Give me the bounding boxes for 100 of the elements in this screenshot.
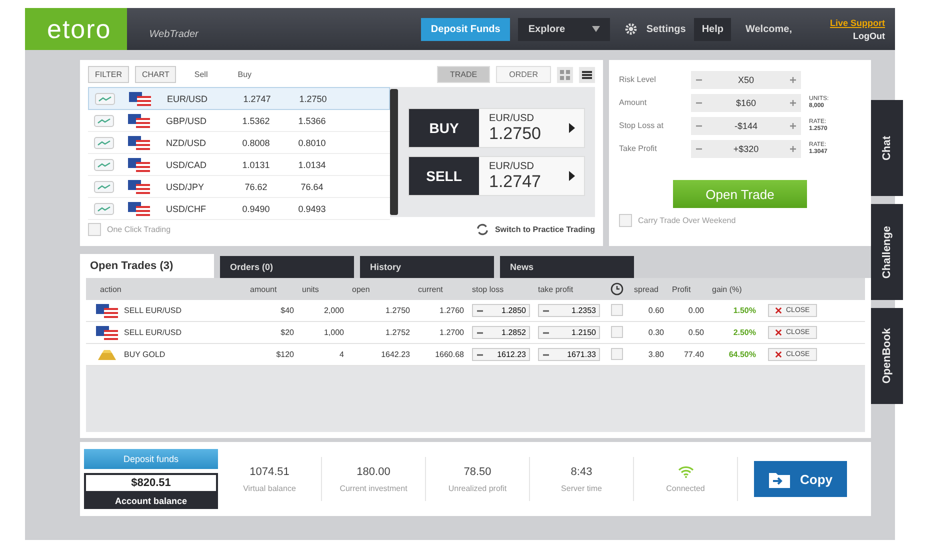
- checkbox[interactable]: [611, 326, 623, 338]
- list-view-icon[interactable]: [579, 66, 595, 82]
- app-subtitle: WebTrader: [149, 28, 198, 40]
- instrument-symbol: EUR/USD: [167, 94, 209, 104]
- sell-price: 76.62: [244, 182, 268, 192]
- table-cell-text: 0.50: [687, 328, 705, 337]
- table-cell-text: 77.40: [682, 350, 705, 359]
- logout-link[interactable]: LogOut: [853, 30, 885, 40]
- settings-icon[interactable]: [624, 22, 638, 36]
- instrument-row[interactable]: EUR/USD 1.2747 1.2750: [88, 87, 390, 110]
- stat-value: 78.50: [464, 466, 492, 478]
- quote-symbol: EUR/USD: [489, 160, 536, 172]
- stop-loss-field[interactable]: 1.2852: [472, 326, 530, 339]
- chart-icon[interactable]: [94, 136, 114, 148]
- column-header: Sell: [194, 70, 208, 79]
- field-label: Amount: [619, 98, 648, 107]
- side-tab[interactable]: OpenBook: [871, 308, 903, 404]
- checkbox[interactable]: [88, 223, 101, 236]
- table-cell-text: 1.2760: [438, 306, 465, 315]
- flag-icon: [128, 136, 150, 150]
- table-cell-text: 1.2700: [438, 328, 465, 337]
- arrow-right-icon[interactable]: [568, 171, 576, 181]
- mode-tab[interactable]: TRADE: [436, 66, 490, 83]
- column-header: spread: [633, 284, 660, 294]
- chart-button[interactable]: CHART: [134, 66, 176, 83]
- explore-dropdown[interactable]: Explore: [518, 18, 610, 40]
- mode-tab[interactable]: ORDER: [496, 66, 551, 83]
- stop-loss-field[interactable]: 1.2850: [472, 304, 530, 317]
- plus-icon: [789, 122, 797, 130]
- quote-price: 1.2747: [489, 172, 542, 192]
- table-cell-text: $120: [275, 350, 295, 359]
- stop-loss-field[interactable]: 1612.23: [472, 348, 530, 361]
- table-cell-text: $40: [280, 306, 295, 315]
- balance-label: Account balance: [84, 493, 218, 509]
- sell-price: 1.0131: [241, 160, 271, 170]
- checkbox[interactable]: [611, 304, 623, 316]
- instrument-row[interactable]: USD/CAD 1.0131 1.0134: [88, 154, 390, 176]
- tab[interactable]: Orders (0): [220, 256, 354, 278]
- flag-icon: [128, 180, 150, 194]
- stat-value: 1074.51: [250, 466, 290, 478]
- plus-icon: [789, 144, 797, 152]
- settings-button[interactable]: Settings: [646, 24, 686, 34]
- chart-icon[interactable]: [94, 180, 114, 192]
- stat-label: Server time: [561, 484, 602, 492]
- instrument-row[interactable]: USD/JPY 76.62 76.64: [88, 176, 390, 198]
- instrument-symbol: USD/CAD: [166, 160, 208, 170]
- plus-icon: [789, 98, 797, 106]
- chart-icon[interactable]: [94, 202, 114, 214]
- grid-view-icon[interactable]: [557, 66, 573, 82]
- flag-icon: [128, 114, 150, 128]
- stat-value: 8:43: [570, 466, 592, 478]
- filter-button[interactable]: FILTER: [88, 66, 129, 83]
- instrument-symbol: USD/JPY: [166, 182, 206, 192]
- stepper-field[interactable]: +$320: [691, 140, 801, 158]
- instrument-row[interactable]: GBP/USD 1.5362 1.5366: [88, 110, 390, 132]
- buy-button[interactable]: BUY: [409, 109, 479, 147]
- plus-icon: [789, 76, 797, 84]
- close-icon: [775, 351, 782, 358]
- take-profit-field[interactable]: 1671.33: [538, 348, 600, 361]
- live-support-link[interactable]: Live Support: [830, 18, 885, 28]
- stepper-field[interactable]: -$144: [691, 116, 801, 134]
- help-button[interactable]: Help: [694, 18, 732, 40]
- checkbox-label: One Click Trading: [107, 225, 171, 234]
- column-header: current: [417, 284, 444, 294]
- take-profit-field[interactable]: 1.2150: [538, 326, 600, 339]
- flag-icon: [128, 158, 150, 172]
- side-tab[interactable]: Challenge: [871, 204, 903, 300]
- buy-price: 0.8010: [297, 138, 327, 148]
- copy-button[interactable]: Copy: [754, 461, 846, 497]
- take-profit-field[interactable]: 1.2353: [538, 304, 600, 317]
- chart-icon[interactable]: [94, 114, 114, 126]
- buy-price: 1.2750: [298, 94, 328, 104]
- field-label: Stop Loss at: [619, 121, 664, 130]
- buy-price: 76.64: [300, 182, 324, 192]
- instrument-row[interactable]: USD/CHF 0.9490 0.9493: [88, 198, 390, 220]
- checkbox[interactable]: [611, 348, 623, 360]
- practice-trading-link[interactable]: Switch to Practice Trading: [494, 225, 595, 234]
- scrollbar[interactable]: [390, 89, 398, 215]
- checkbox[interactable]: [619, 214, 632, 227]
- refresh-icon[interactable]: [476, 223, 489, 236]
- arrow-right-icon[interactable]: [568, 123, 576, 133]
- instrument-row[interactable]: NZD/USD 0.8008 0.8010: [88, 132, 390, 154]
- tab[interactable]: News: [500, 256, 634, 278]
- trade-action: BUY GOLD: [124, 350, 166, 359]
- ingot-icon: [96, 348, 118, 362]
- tab[interactable]: Open Trades (3): [80, 254, 214, 278]
- chart-icon[interactable]: [95, 92, 115, 104]
- welcome-text: Welcome,: [745, 24, 792, 34]
- chart-icon[interactable]: [94, 158, 114, 170]
- stepper-field[interactable]: X50: [691, 70, 801, 88]
- table-cell-text: 1.2750: [384, 306, 411, 315]
- sell-button[interactable]: SELL: [409, 157, 479, 195]
- stat-value: 180.00: [356, 466, 390, 478]
- tab[interactable]: History: [360, 256, 494, 278]
- close-icon: [775, 329, 782, 336]
- quote-symbol: EUR/USD: [489, 112, 536, 124]
- side-tab[interactable]: Chat: [871, 100, 903, 196]
- stat-label: Unrealized profit: [448, 484, 507, 492]
- stepper-field[interactable]: $160: [691, 94, 801, 112]
- gain-value: 1.50%: [732, 306, 757, 315]
